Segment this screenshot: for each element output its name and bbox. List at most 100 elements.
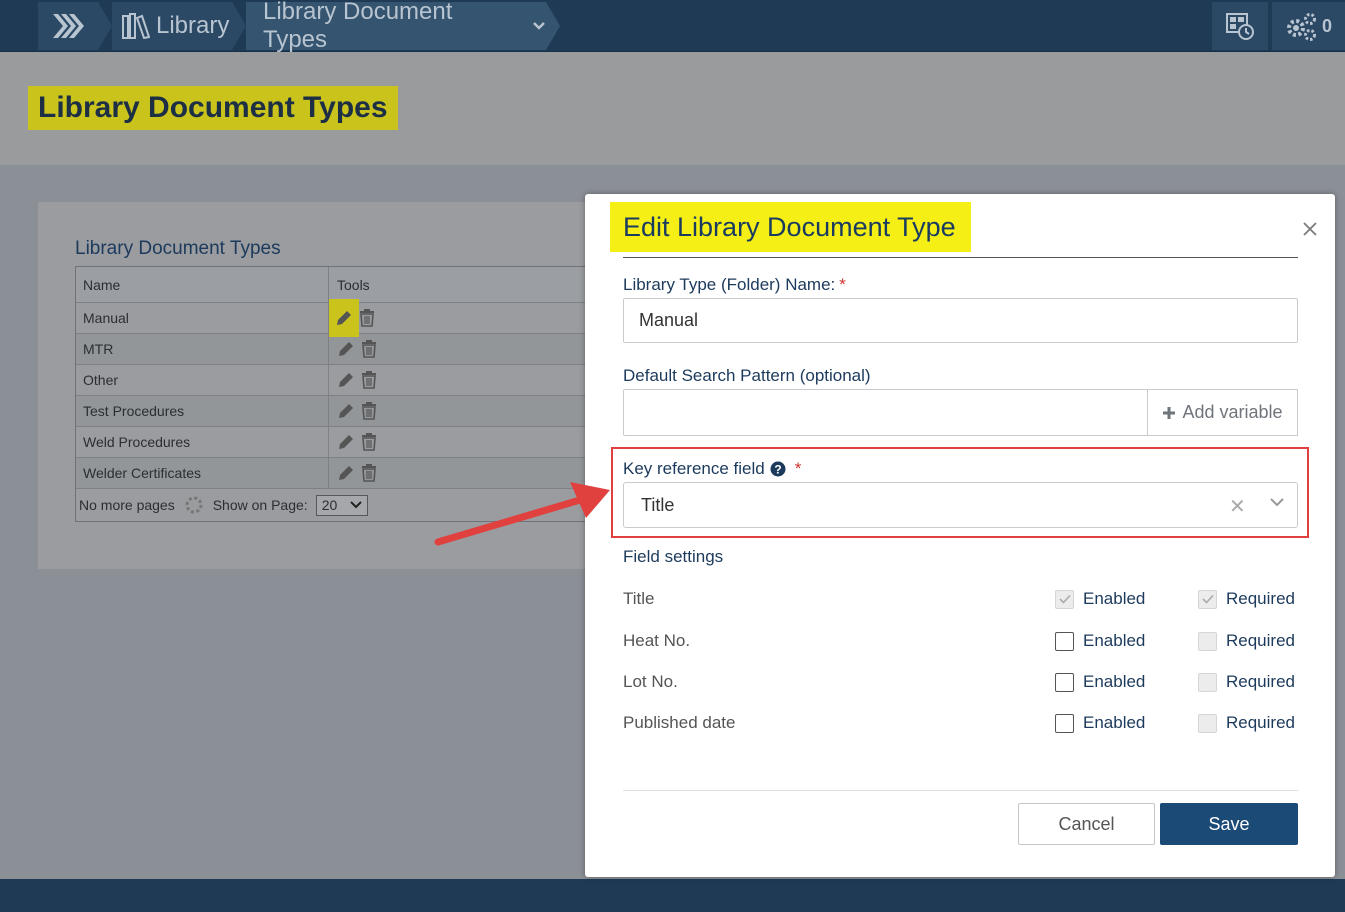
key-field-select[interactable]: Title ✕ <box>623 482 1298 528</box>
enabled-checkbox[interactable] <box>1055 631 1074 651</box>
modal-title-divider <box>623 257 1298 258</box>
grid-header-row: Name Tools <box>76 267 594 303</box>
required-checkbox[interactable] <box>1198 589 1217 609</box>
nav-menu-icon <box>53 14 84 38</box>
row-tools <box>329 365 594 395</box>
trash-icon[interactable] <box>361 371 377 389</box>
enabled-toggle: Enabled <box>1055 672 1198 692</box>
required-toggle: Required <box>1198 713 1295 733</box>
dropdown-chevron-icon <box>533 22 545 30</box>
show-on-page-label: Show on Page: <box>212 497 308 513</box>
table-row: Weld Procedures <box>76 427 594 458</box>
page-title: Library Document Types <box>28 86 398 130</box>
row-tools <box>329 299 594 337</box>
required-checkbox[interactable] <box>1198 713 1217 733</box>
chevron-down-icon <box>349 501 362 509</box>
checkmark-icon <box>1058 594 1071 604</box>
chevron-down-icon[interactable] <box>1269 497 1285 507</box>
add-variable-button[interactable]: Add variable <box>1147 389 1298 436</box>
nav-menu-button[interactable] <box>38 2 98 50</box>
page-size-select[interactable]: 20 <box>315 494 368 516</box>
page-footer <box>0 879 1345 912</box>
trash-icon[interactable] <box>361 402 377 420</box>
row-name: Manual <box>76 303 329 333</box>
help-icon[interactable]: ? <box>770 461 786 477</box>
table-row: Test Procedures <box>76 396 594 427</box>
page-size-value: 20 <box>321 497 338 513</box>
annotation-arrow-icon <box>434 482 610 546</box>
search-pattern-label: Default Search Pattern (optional) <box>623 366 871 385</box>
required-toggle: Required <box>1198 672 1295 692</box>
required-toggle: Required <box>1198 589 1295 609</box>
trash-icon[interactable] <box>361 433 377 451</box>
required-label: Required <box>1226 589 1295 608</box>
row-name: MTR <box>76 334 329 364</box>
enabled-label: Enabled <box>1083 631 1146 650</box>
required-checkbox[interactable] <box>1198 631 1217 651</box>
dashboard-button[interactable] <box>1212 2 1268 50</box>
table-row: MTR <box>76 334 594 365</box>
enabled-label: Enabled <box>1083 589 1146 608</box>
trash-icon[interactable] <box>359 309 375 327</box>
enabled-checkbox[interactable] <box>1055 713 1074 733</box>
enabled-toggle: Enabled <box>1055 713 1198 733</box>
trash-icon[interactable] <box>361 464 377 482</box>
column-header-name[interactable]: Name <box>76 267 329 302</box>
folder-name-input[interactable]: Manual <box>623 298 1298 343</box>
required-asterisk: * <box>839 275 846 294</box>
search-pattern-input[interactable] <box>623 389 1148 436</box>
folder-name-label: Library Type (Folder) Name: * <box>623 275 846 295</box>
pencil-icon[interactable] <box>337 433 355 451</box>
cancel-button[interactable]: Cancel <box>1018 803 1155 845</box>
enabled-checkbox[interactable] <box>1055 672 1074 692</box>
row-name: Weld Procedures <box>76 427 329 457</box>
breadcrumb-separator <box>546 2 560 50</box>
refresh-spinner-icon[interactable] <box>183 494 205 516</box>
svg-text:?: ? <box>774 463 781 477</box>
trash-icon[interactable] <box>361 340 377 358</box>
clear-selection-icon[interactable]: ✕ <box>1229 494 1246 519</box>
breadcrumb-library[interactable]: Library <box>112 2 232 50</box>
row-tools <box>329 334 594 364</box>
pencil-icon[interactable] <box>337 340 355 358</box>
breadcrumb-library-document-types[interactable]: Library Document Types <box>246 0 546 53</box>
breadcrumb-separator <box>232 2 246 50</box>
folder-name-label-text: Library Type (Folder) Name: <box>623 275 836 294</box>
key-field-value: Title <box>641 494 675 515</box>
save-button[interactable]: Save <box>1160 803 1298 845</box>
settings-gears-icon <box>1287 13 1316 41</box>
table-row: Other <box>76 365 594 396</box>
breadcrumb-separator <box>98 2 112 50</box>
required-label: Required <box>1226 713 1295 732</box>
pencil-icon <box>337 311 351 325</box>
breadcrumb-current-label: Library Document Types <box>263 0 453 53</box>
close-button[interactable] <box>1299 218 1321 240</box>
field-setting-row: Published date Enabled Required <box>623 708 1298 738</box>
enabled-checkbox[interactable] <box>1055 589 1074 609</box>
row-name: Test Procedures <box>76 396 329 426</box>
modal-footer-divider <box>623 790 1298 791</box>
pencil-icon[interactable] <box>337 464 355 482</box>
field-name: Title <box>623 589 655 608</box>
required-checkbox[interactable] <box>1198 672 1217 692</box>
breadcrumb-library-label: Library <box>156 12 230 39</box>
required-asterisk: * <box>794 459 802 478</box>
pencil-icon[interactable] <box>337 402 355 420</box>
pencil-icon[interactable] <box>337 371 355 389</box>
key-field-label: Key reference field ? * <box>623 459 801 479</box>
field-setting-row: Heat No. Enabled Required <box>623 626 1298 656</box>
row-tools <box>329 427 594 457</box>
notification-count: 0 <box>1322 15 1333 36</box>
field-settings-heading: Field settings <box>623 547 724 566</box>
column-header-tools: Tools <box>337 276 370 293</box>
enabled-label: Enabled <box>1083 672 1146 691</box>
enabled-toggle: Enabled <box>1055 589 1198 609</box>
close-icon <box>1303 222 1317 236</box>
edit-button-highlighted[interactable] <box>329 299 359 337</box>
pager-status-text: No more pages <box>79 497 175 513</box>
required-label: Required <box>1226 631 1295 650</box>
table-row: Manual <box>76 299 594 337</box>
top-navigation-bar: Library Library Document Types 0 <box>0 0 1345 53</box>
settings-button[interactable]: 0 <box>1272 2 1345 50</box>
library-books-icon <box>122 13 150 39</box>
